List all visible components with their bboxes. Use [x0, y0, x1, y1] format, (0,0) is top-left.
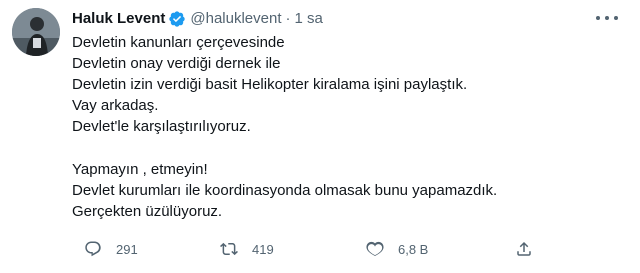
retweet-icon	[220, 242, 238, 256]
tweet-header: Haluk Levent @haluklevent · 1 sa	[72, 9, 323, 29]
separator-dot: ·	[285, 10, 291, 27]
share-button[interactable]	[515, 240, 533, 258]
author-handle[interactable]: @haluklevent	[190, 9, 281, 29]
heart-icon	[366, 241, 384, 256]
tweet-actions: 291 419 6,8 B	[72, 240, 542, 260]
more-options-icon[interactable]	[596, 12, 618, 24]
reply-icon	[85, 241, 101, 257]
tweet-card: Haluk Levent @haluklevent · 1 sa Devleti…	[0, 0, 640, 273]
like-count: 6,8 B	[398, 241, 429, 257]
tweet-line: Devlet kurumları ile koordinasyonda olma…	[72, 182, 498, 199]
tweet-line: Devletin izin verdiği basit Helikopter k…	[72, 76, 468, 93]
tweet-line: Vay arkadaş.	[72, 97, 159, 114]
avatar[interactable]	[12, 8, 60, 56]
tweet-line: Yapmayın , etmeyin!	[72, 161, 208, 178]
tweet-text: Devletin kanunları çerçevesinde Devletin…	[72, 32, 612, 222]
reply-button[interactable]: 291	[84, 240, 138, 258]
tweet-line: Devletin kanunları çerçevesinde	[72, 34, 285, 51]
tweet-line: Devletin onay verdiği dernek ile	[72, 55, 281, 72]
author-name[interactable]: Haluk Levent	[72, 9, 165, 29]
tweet-line: Gerçekten üzülüyoruz.	[72, 203, 223, 220]
avatar-photo	[12, 8, 60, 56]
like-button[interactable]: 6,8 B	[366, 240, 428, 258]
share-icon	[517, 241, 531, 256]
verified-badge-icon	[168, 10, 186, 28]
retweet-button[interactable]: 419	[220, 240, 274, 258]
tweet-timestamp[interactable]: 1 sa	[295, 9, 323, 29]
retweet-count: 419	[252, 241, 274, 257]
tweet-line: Devlet'le karşılaştırılıyoruz.	[72, 118, 251, 135]
reply-count: 291	[116, 241, 138, 257]
